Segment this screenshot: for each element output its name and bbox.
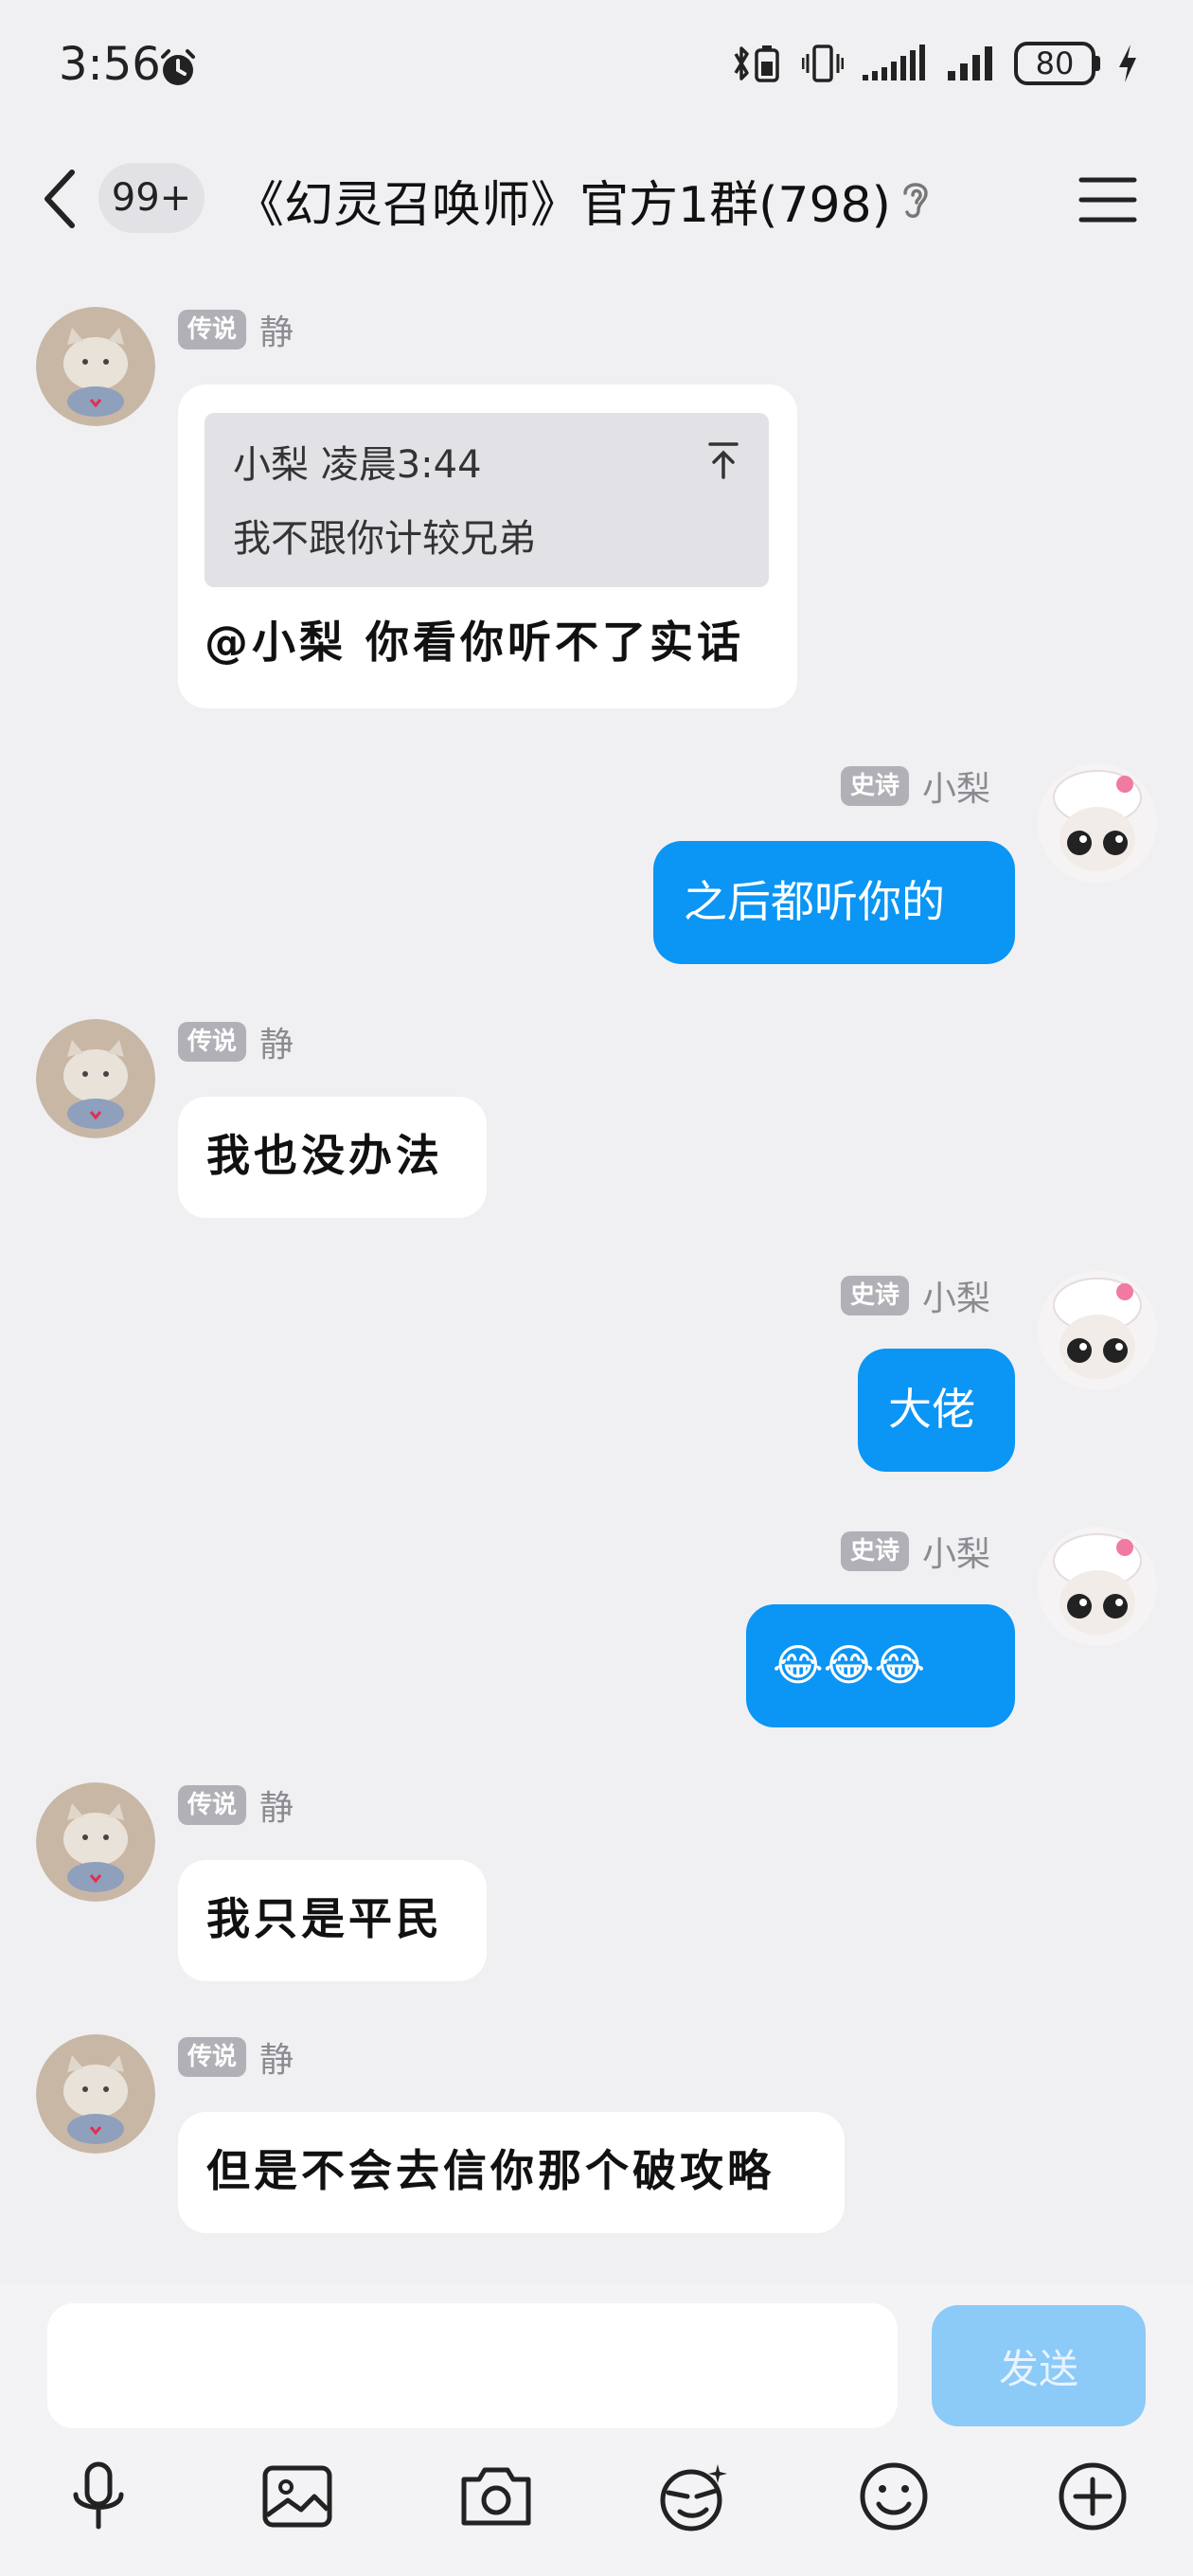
ear-icon[interactable] <box>896 176 934 222</box>
sender-row: 传说 静 <box>178 1021 294 1064</box>
emoji-icon[interactable] <box>856 2459 932 2534</box>
quoted-author-time: 小梨 凌晨3:44 <box>233 443 482 487</box>
sender-name: 静 <box>259 313 294 352</box>
message-text: 之后都听你的 <box>684 876 945 927</box>
message-text: 但是不会去信你那个破攻略 <box>206 2145 775 2196</box>
message-input[interactable] <box>47 2303 898 2428</box>
sender-name: 静 <box>259 2041 294 2080</box>
avatar-cat[interactable] <box>36 1019 155 1138</box>
rank-badge: 史诗 <box>841 1276 910 1315</box>
vibrate-icon <box>802 45 844 82</box>
message-bubble-incoming[interactable]: 我也没办法 <box>178 1097 487 1218</box>
sticker-icon[interactable] <box>655 2459 731 2534</box>
sender-row: 史诗 小梨 <box>841 765 990 809</box>
quoted-message[interactable]: 小梨 凌晨3:44 我不跟你计较兄弟 <box>205 413 769 587</box>
sender-name: 小梨 <box>922 1535 991 1574</box>
sender-name: 静 <box>259 1026 294 1064</box>
battery-level: 80 <box>1035 45 1075 81</box>
signal-icon <box>863 45 925 80</box>
message-bubble-incoming[interactable]: 我只是平民 <box>178 1860 487 1981</box>
sender-name: 静 <box>259 1789 294 1828</box>
microphone-icon[interactable] <box>61 2459 136 2534</box>
avatar-cat[interactable] <box>36 307 155 426</box>
plus-icon[interactable] <box>1055 2459 1131 2534</box>
sender-row: 传说 静 <box>178 309 294 352</box>
status-icons: 80 <box>732 42 1138 85</box>
message-text: 😂😂😂 <box>773 1639 926 1690</box>
message-text: @小梨 你看你听不了实话 <box>205 617 745 668</box>
sender-name: 小梨 <box>922 1279 991 1318</box>
avatar-cat[interactable] <box>36 1782 155 1902</box>
status-time: 3:56 <box>59 38 161 91</box>
sender-row: 传说 静 <box>178 2036 294 2080</box>
avatar-kitty-doll[interactable] <box>1038 1527 1157 1646</box>
message-bubble-outgoing[interactable]: 大佬 <box>858 1349 1015 1472</box>
avatar-kitty-doll[interactable] <box>1038 1271 1157 1390</box>
quoted-text: 我不跟你计较兄弟 <box>233 517 536 561</box>
sender-row: 史诗 小梨 <box>841 1530 990 1574</box>
unread-count-badge[interactable]: 99+ <box>98 163 205 233</box>
message-text: 我只是平民 <box>206 1893 443 1944</box>
message-bubble-incoming[interactable]: 但是不会去信你那个破攻略 <box>178 2112 845 2233</box>
rank-badge: 史诗 <box>841 766 910 806</box>
avatar-cat[interactable] <box>36 2034 155 2154</box>
message-bubble-outgoing[interactable]: 之后都听你的 <box>653 841 1015 964</box>
charging-icon <box>1119 45 1136 82</box>
rank-badge: 传说 <box>178 1785 247 1825</box>
camera-icon[interactable] <box>458 2459 534 2534</box>
message-text: 大佬 <box>888 1384 975 1435</box>
message-bubble-outgoing[interactable]: 😂😂😂 <box>746 1604 1015 1727</box>
rank-badge: 传说 <box>178 1022 247 1062</box>
sender-row: 传说 静 <box>178 1784 294 1828</box>
signal-icon-2 <box>948 46 992 80</box>
group-title[interactable]: 《幻灵召唤师》官方1群(798) <box>235 165 891 236</box>
message-text: 我也没办法 <box>206 1130 443 1181</box>
bluetooth-battery-icon <box>734 45 779 82</box>
status-bar: 3:56 80 <box>0 0 1193 142</box>
send-button[interactable]: 发送 <box>932 2305 1146 2426</box>
image-icon[interactable] <box>259 2459 335 2534</box>
rank-badge: 传说 <box>178 310 247 349</box>
sender-name: 小梨 <box>922 770 991 809</box>
battery-indicator: 80 <box>1014 42 1100 85</box>
rank-badge: 传说 <box>178 2037 247 2077</box>
alarm-icon <box>161 49 195 85</box>
avatar-kitty-doll[interactable] <box>1038 763 1157 883</box>
jump-to-original-icon[interactable] <box>706 441 740 479</box>
menu-icon[interactable] <box>1077 176 1138 224</box>
rank-badge: 史诗 <box>841 1531 910 1571</box>
sender-row: 史诗 小梨 <box>841 1275 990 1318</box>
back-arrow-icon[interactable] <box>42 169 80 229</box>
